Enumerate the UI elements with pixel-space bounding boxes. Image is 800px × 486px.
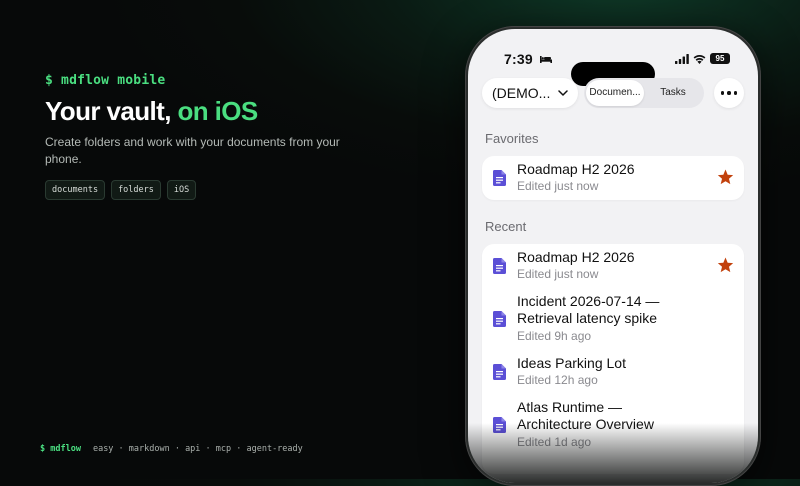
list-item[interactable]: Roadmap H2 2026 Edited just now (482, 244, 744, 288)
footer-brand: $ mdflow (40, 444, 81, 454)
document-title: Ideas Parking Lot (517, 355, 626, 371)
list-item[interactable]: Ideas Parking Lot Edited 12h ago (482, 350, 744, 394)
status-time: 7:39 (504, 51, 533, 67)
recent-header: Recent (485, 219, 527, 234)
phone-mockup: 7:39 95 (DEMO... Documen... Tasks Favori… (465, 26, 761, 486)
hero: $ mdflow mobile Your vault, on iOS Creat… (45, 73, 365, 200)
document-edited-time: Edited 1d ago (517, 435, 592, 449)
cellular-signal-icon (675, 54, 689, 64)
hero-prompt: $ mdflow mobile (45, 73, 166, 88)
star-icon[interactable] (717, 257, 734, 273)
list-item[interactable]: Incident 2026-07-14 — Retrieval latency … (482, 288, 744, 350)
list-item[interactable]: Roadmap H2 2026 Edited just now (482, 156, 744, 200)
document-title: Atlas Runtime — Architecture Overview (517, 399, 654, 432)
document-edited-time: Edited 9h ago (517, 329, 592, 343)
document-title: Incident 2026-07-14 — Retrieval latency … (517, 293, 660, 326)
favorites-header: Favorites (485, 131, 539, 146)
footer-features: easy · markdown · api · mcp · agent-read… (92, 444, 303, 454)
list-item[interactable]: Atlas Runtime — Architecture Overview Ed… (482, 394, 744, 456)
star-icon[interactable] (717, 169, 734, 185)
more-options-button[interactable] (714, 78, 744, 108)
tab-tasks[interactable]: Tasks (644, 80, 702, 106)
tag: iOS (166, 180, 197, 200)
tag: folders (111, 180, 161, 200)
document-title: Roadmap H2 2026 (517, 161, 635, 177)
hero-subtitle: Create folders and work with your docume… (45, 135, 340, 166)
wifi-icon (693, 55, 706, 64)
document-icon (493, 258, 506, 274)
document-edited-time: Edited just now (517, 267, 599, 281)
document-icon (493, 364, 506, 380)
top-bar: (DEMO... Documen... Tasks (482, 78, 744, 110)
status-bar: 7:39 95 (468, 51, 758, 86)
more-dot-icon (727, 91, 731, 95)
vault-selector[interactable]: (DEMO... (482, 78, 578, 108)
document-icon (493, 170, 506, 186)
more-dot-icon (720, 91, 725, 95)
document-edited-time: Edited just now (517, 179, 599, 193)
footer: $ mdflow easy · markdown · api · mcp · ag… (40, 444, 303, 454)
battery-indicator: 95 (710, 53, 730, 64)
sleep-focus-icon (540, 56, 552, 63)
document-icon (493, 311, 506, 327)
headline-main: Your vault, (45, 96, 178, 126)
tag-list: documents folders iOS (45, 180, 365, 200)
document-edited-time: Edited 12h ago (517, 373, 598, 387)
document-title: Roadmap H2 2026 (517, 249, 635, 265)
chevron-down-icon (558, 90, 569, 96)
tag: documents (45, 180, 106, 200)
document-icon (493, 417, 506, 433)
hero-headline: Your vault, on iOS (45, 96, 365, 126)
view-segmented-control: Documen... Tasks (584, 78, 704, 108)
more-dot-icon (733, 91, 738, 95)
recent-list: Roadmap H2 2026 Edited just now Incident… (482, 244, 744, 474)
headline-accent: on iOS (177, 96, 258, 126)
phone-screen: 7:39 95 (DEMO... Documen... Tasks Favori… (468, 29, 758, 483)
favorites-list: Roadmap H2 2026 Edited just now (482, 156, 744, 200)
vault-selector-label: (DEMO... (492, 85, 551, 101)
tab-documents[interactable]: Documen... (586, 80, 644, 106)
